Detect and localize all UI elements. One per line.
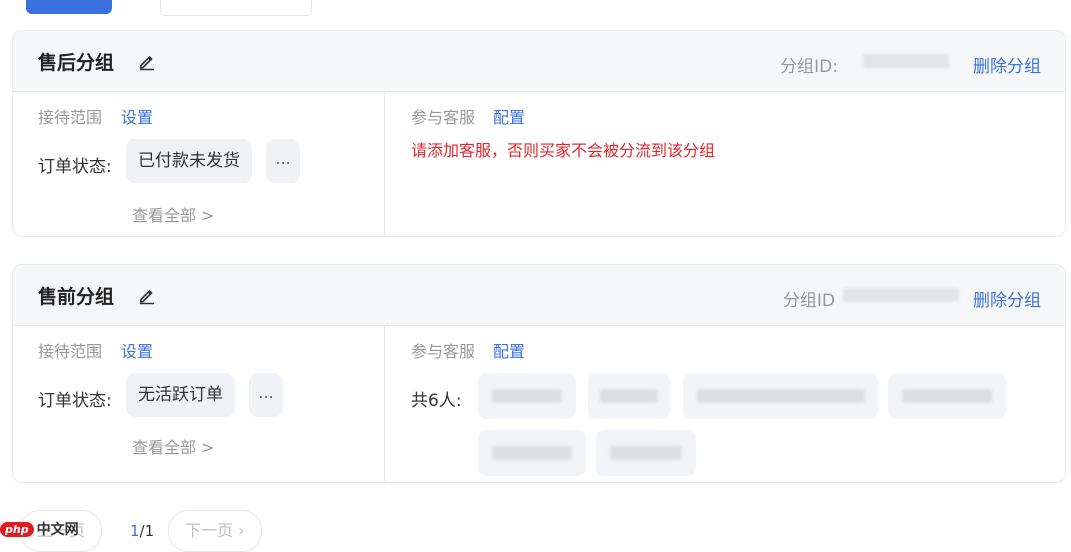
agent-chip: [478, 430, 586, 476]
group-id-label: 分组ID: [782, 291, 835, 311]
edit-icon[interactable]: [137, 51, 157, 71]
next-page-button[interactable]: 下一页 ›: [168, 510, 262, 552]
watermark-logo: php: [0, 521, 34, 537]
agents-count-label: 共6人:: [411, 391, 462, 411]
total-pages: /1: [139, 522, 155, 540]
agents-label: 参与客服: [411, 342, 476, 361]
group-title: 售后分组: [38, 52, 115, 74]
agent-chip: [888, 373, 1006, 419]
current-page: 1: [130, 522, 140, 540]
secondary-action-button[interactable]: [160, 0, 312, 16]
order-status-tag: 已付款未发货: [126, 139, 252, 183]
page-indicator: 1/1: [130, 522, 154, 540]
delete-group-link[interactable]: 删除分组: [973, 52, 1041, 77]
group-card-pre-sales: 售前分组 分组ID 删除分组 接待范围 设置 订单状态: 无活跃订单 ... 查…: [12, 264, 1066, 483]
scope-settings-link[interactable]: 设置: [121, 338, 153, 362]
group-card-body: 接待范围 设置 订单状态: 已付款未发货 ... 查看全部 > 参与客服 配置 …: [13, 92, 1065, 236]
view-all-link[interactable]: 查看全部 >: [132, 434, 215, 458]
site-watermark: php 中文网: [0, 518, 79, 540]
primary-action-button[interactable]: [26, 0, 112, 14]
column-divider: [384, 326, 385, 482]
edit-icon[interactable]: [137, 285, 157, 305]
column-divider: [384, 92, 385, 236]
more-status-button[interactable]: ...: [266, 139, 300, 183]
agent-chip: [478, 373, 576, 419]
pagination: 上一页 1/1 下一页 ›: [0, 510, 1071, 552]
group-card-after-sales: 售后分组 分组ID: 删除分组 接待范围 设置 订单状态: 已付款未发货 ...…: [12, 30, 1066, 237]
no-agents-warning: 请添加客服，否则买家不会被分流到该分组: [411, 141, 716, 160]
agent-chip: [683, 373, 878, 419]
agent-chip: [596, 430, 696, 476]
group-card-header: 售前分组 分组ID 删除分组: [13, 265, 1065, 326]
order-status-label: 订单状态:: [38, 157, 112, 177]
watermark-text: 中文网: [36, 522, 79, 538]
delete-group-link[interactable]: 删除分组: [973, 286, 1041, 311]
scope-label: 接待范围: [38, 342, 103, 361]
group-id-value-redacted: [843, 288, 959, 302]
order-status-tag: 无活跃订单: [126, 373, 235, 417]
order-status-label: 订单状态:: [38, 391, 112, 411]
agents-label: 参与客服: [411, 108, 476, 127]
group-card-header: 售后分组 分组ID: 删除分组: [13, 31, 1065, 92]
group-title: 售前分组: [38, 286, 115, 308]
view-all-link[interactable]: 查看全部 >: [132, 202, 215, 226]
agents-config-link[interactable]: 配置: [493, 338, 525, 362]
agent-chip: [588, 373, 670, 419]
group-card-body: 接待范围 设置 订单状态: 无活跃订单 ... 查看全部 > 参与客服 配置 共…: [13, 326, 1065, 482]
agents-config-link[interactable]: 配置: [493, 104, 525, 128]
group-id-value-redacted: [863, 54, 949, 68]
scope-settings-link[interactable]: 设置: [121, 104, 153, 128]
scope-label: 接待范围: [38, 108, 103, 127]
group-id-label: 分组ID:: [780, 57, 838, 77]
more-status-button[interactable]: ...: [249, 373, 283, 417]
